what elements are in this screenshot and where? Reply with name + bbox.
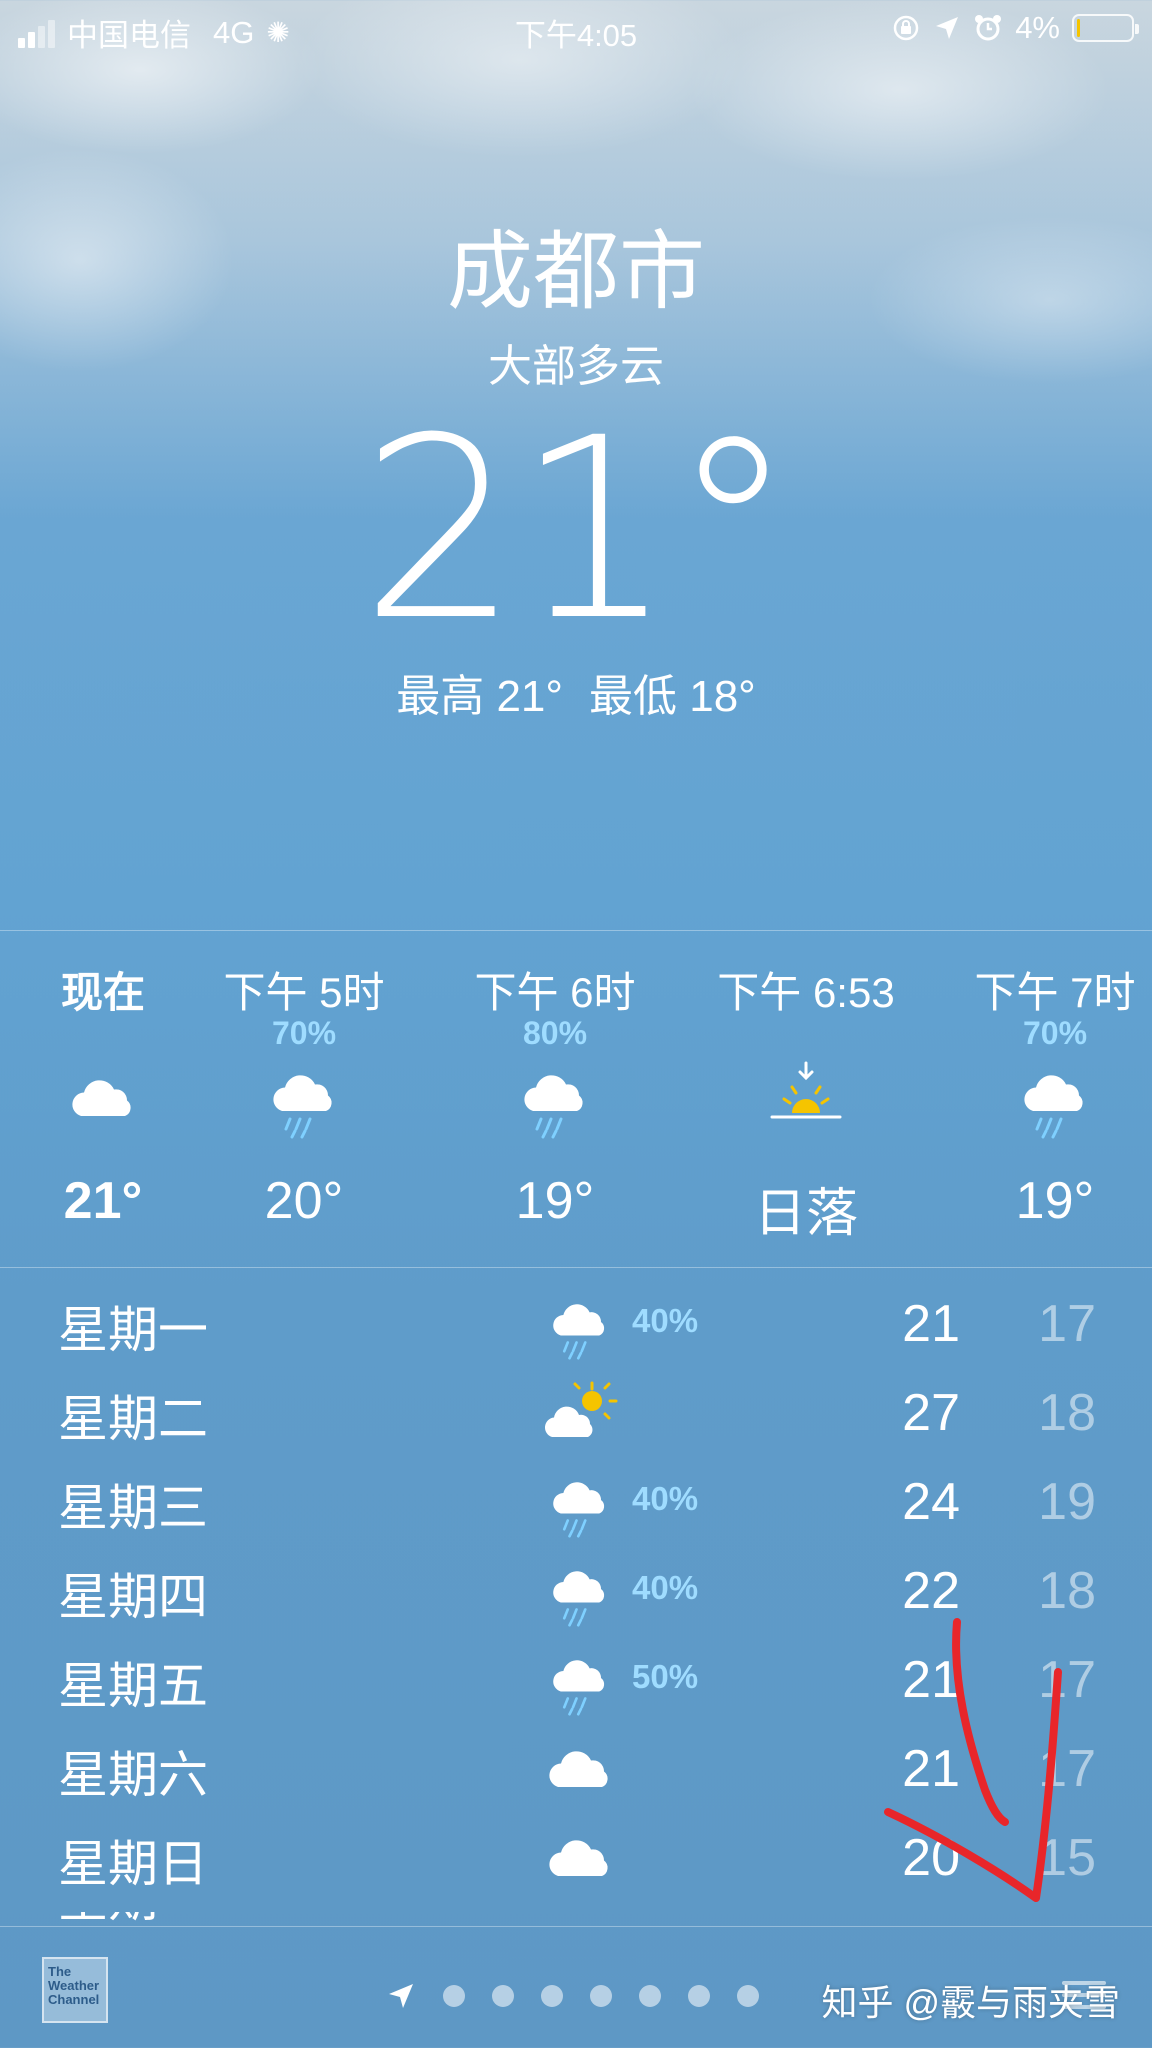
hour-temperature: 19° [1015,1172,1095,1230]
page-dot[interactable] [688,1985,710,2007]
partly-sunny-icon [544,1381,618,1437]
day-low: 17 [1038,1295,1096,1353]
daily-forecast-row: 星期五 50% 21 17 [0,1636,1152,1724]
day-weather-icon [540,1646,620,1716]
day-low: 18 [1038,1384,1096,1442]
daily-forecast-row: 星期六 21 17 [0,1725,1152,1813]
page-dot[interactable] [737,1985,759,2007]
day-precip-chance: 40% [632,1480,699,1517]
partial-day-label: 星期 [58,1912,168,1924]
location-services-icon [936,17,959,39]
precip-chance: 80% [522,1015,588,1051]
day-high: 21 [902,1651,960,1709]
page-indicator[interactable] [386,1981,759,2011]
sunset-icon [770,1061,842,1119]
cloud-icon [72,1080,131,1116]
daily-forecast-row: 星期四 40% 22 18 [0,1547,1152,1635]
day-name: 星期三 [58,1480,208,1536]
hour-label: 下午 6:53 [717,969,895,1016]
day-name: 星期二 [58,1391,208,1447]
day-low: 18 [1038,1562,1096,1620]
page-dot[interactable] [443,1985,465,2007]
page-dot[interactable] [639,1985,661,2007]
page-dot[interactable] [492,1985,514,2007]
rain-cloud-icon [273,1075,332,1139]
hour-temperature: 20° [264,1172,344,1230]
precip-chance: 70% [1022,1015,1088,1051]
partial-day-row: 星期 [58,1912,168,1924]
page-dot[interactable] [541,1985,563,2007]
hour-temperature: 21° [63,1172,143,1230]
alarm-clock-icon [975,15,1002,41]
rain-cloud-icon [553,1304,605,1360]
day-name: 星期日 [58,1836,208,1892]
rain-cloud-icon [553,1660,605,1716]
hour-temperature: 日落 [753,1185,858,1243]
hour-weather-icon [515,1059,595,1139]
hour-weather-icon [63,1059,143,1139]
day-precip-chance: 40% [632,1302,699,1339]
low-temperature: 最低 18° [589,672,756,721]
day-weather-icon [540,1735,620,1805]
hour-label: 下午 6时 [474,969,636,1016]
cloud-icon [549,1751,608,1787]
day-high: 27 [902,1384,960,1442]
rain-cloud-icon [553,1482,605,1538]
status-right: 4% [891,10,1139,46]
hourly-forecast-strip[interactable]: 现在 21° 下午 5时 70% 20° 下午 6时 80% 19° 下午 6:53 日落 下午 7… [0,930,1152,1268]
day-high: 20 [902,1829,960,1887]
day-weather-icon [540,1379,620,1449]
daily-forecast-row: 星期日 20 15 [0,1814,1152,1902]
city-name: 成都市 [447,224,705,320]
high-low-temperature: 最高 21° 最低 18° [0,660,1152,724]
day-high: 21 [902,1295,960,1353]
rain-cloud-icon [1024,1075,1083,1139]
rain-cloud-icon [553,1571,605,1627]
current-temperature: 21° [360,384,795,675]
daily-forecast-row: 星期一 40% 21 17 [0,1280,1152,1368]
daily-forecast-row: 星期三 40% 24 19 [0,1458,1152,1546]
day-weather-icon [540,1468,620,1538]
high-temperature: 最高 21° [396,672,563,721]
day-high: 24 [902,1473,960,1531]
page-dot[interactable] [590,1985,612,2007]
day-low: 15 [1038,1829,1096,1887]
day-high: 22 [902,1562,960,1620]
battery-icon [1072,14,1139,42]
hour-weather-icon [264,1059,344,1139]
day-low: 19 [1038,1473,1096,1531]
zhihu-watermark: 知乎 @霰与雨夹雪 [821,1982,1120,2023]
rotation-lock-icon [893,15,919,41]
battery-level-fill [1077,19,1080,37]
day-name: 星期六 [58,1747,208,1803]
day-low: 17 [1038,1740,1096,1798]
day-name: 星期四 [58,1569,208,1625]
rain-cloud-icon [524,1075,583,1139]
cloud-icon [549,1840,608,1876]
day-precip-chance: 40% [632,1569,699,1606]
status-bar: 中国电信 4G ✺ 下午4:05 4% [0,0,1152,58]
day-name: 星期五 [58,1658,208,1714]
day-low: 17 [1038,1651,1096,1709]
day-precip-chance: 50% [632,1658,699,1695]
hour-weather-icon [1015,1059,1095,1139]
hour-label: 下午 7时 [974,969,1136,1016]
day-high: 21 [902,1740,960,1798]
daily-forecast-row: 星期二 27 18 [0,1369,1152,1457]
hour-label: 下午 5时 [223,969,385,1016]
day-weather-icon [540,1557,620,1627]
location-arrow-icon[interactable] [386,1981,416,2011]
hour-temperature: 19° [515,1172,595,1230]
weather-channel-logo[interactable]: The Weather Channel [42,1957,108,2023]
battery-percent: 4% [1015,10,1060,45]
hour-label: 现在 [60,969,145,1016]
day-name: 星期一 [58,1302,208,1358]
hour-weather-icon [766,1059,846,1139]
day-weather-icon [540,1290,620,1360]
precip-chance: 70% [271,1015,337,1051]
day-weather-icon [540,1824,620,1894]
